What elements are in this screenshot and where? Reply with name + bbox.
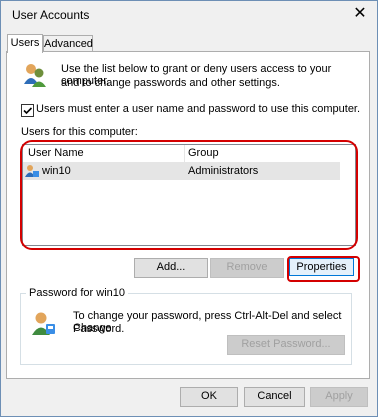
reset-password-button[interactable]: Reset Password... xyxy=(227,335,345,355)
cancel-button[interactable]: Cancel xyxy=(244,387,305,407)
checkmark-icon xyxy=(23,107,33,115)
user-key-icon xyxy=(30,310,58,338)
tab-users[interactable]: Users xyxy=(7,34,43,53)
apply-button[interactable]: Apply xyxy=(310,387,368,407)
login-required-checkbox[interactable] xyxy=(21,104,34,117)
login-required-label[interactable]: Users must enter a user name and passwor… xyxy=(36,103,360,115)
list-highlight-frame xyxy=(20,140,358,250)
add-button[interactable]: Add... xyxy=(134,258,208,278)
close-icon[interactable]: ✕ xyxy=(350,4,370,24)
password-instruction-line-2: Password. xyxy=(73,323,125,335)
ok-button[interactable]: OK xyxy=(180,387,238,407)
users-for-computer-label: Users for this computer: xyxy=(21,126,138,138)
window-title: User Accounts xyxy=(12,8,90,22)
password-group-title: Password for win10 xyxy=(26,287,128,299)
users-icon xyxy=(22,62,48,88)
properties-highlight-frame xyxy=(287,256,360,282)
intro-line-2: and to change passwords and other settin… xyxy=(61,77,280,89)
remove-button[interactable]: Remove xyxy=(210,258,284,278)
